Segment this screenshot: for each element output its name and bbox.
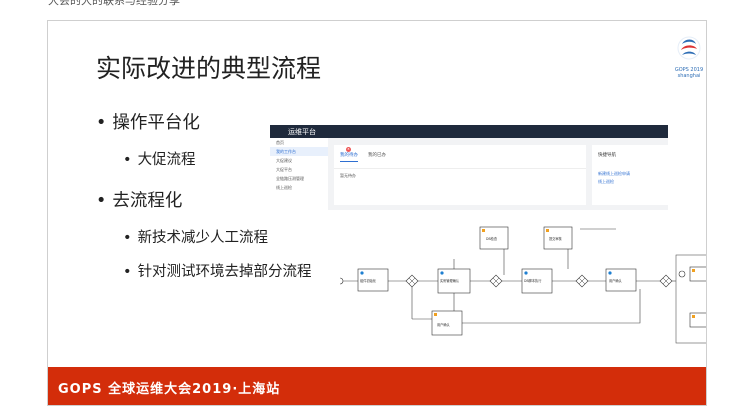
- flow-label-init: 组件初始化: [360, 278, 377, 283]
- app-main-panel: 我的待办 8 我的已办 暂无待办: [334, 145, 586, 205]
- bullet-1: • 操作平台化: [96, 113, 200, 133]
- empty-row: 暂无待办: [340, 173, 356, 178]
- bullet-2-sub-1: • 新技术减少人工流程: [123, 230, 269, 246]
- flow-label-audit: 提交审核: [549, 236, 563, 241]
- slide-title: 实际改进的典型流程: [96, 54, 322, 83]
- flow-label-user-confirm-2: 用户确认: [437, 322, 451, 327]
- bullet-2: • 去流程化: [96, 191, 183, 211]
- footer-text: GOPS 全球运维大会2019·上海站: [58, 382, 281, 397]
- app-brand: 运维平台: [288, 128, 316, 136]
- flow-sub-start: [678, 270, 686, 278]
- flow-label-user-confirm-1: 用户确认: [609, 278, 623, 283]
- app-sidebar: 首页 我的工作台 大促建议 大促平台 全链路压测管理 线上巡检: [270, 138, 328, 210]
- todo-badge: 8: [346, 147, 351, 152]
- flow-start-node: [340, 277, 344, 285]
- sidebar-item-promo-advice[interactable]: 大促建议: [270, 156, 328, 165]
- app-right-panel: 快捷导航 新建线上巡检申请 线上巡检: [592, 145, 668, 205]
- footer-bar: GOPS 全球运维大会2019·上海站: [48, 367, 706, 405]
- bullet-2-sub-2: • 针对测试环境去掉部分流程: [123, 264, 312, 280]
- tab-todo[interactable]: 我的待办: [340, 152, 358, 162]
- gops-logo-icon: [677, 36, 701, 60]
- logo-text: GOPS 2019 shanghai: [674, 67, 704, 79]
- quick-link-new[interactable]: 新建线上巡检申请: [598, 171, 630, 177]
- sidebar-item-promo-platform[interactable]: 大促平台: [270, 165, 328, 174]
- flow-label-confirm: 实例管理确认: [440, 278, 460, 283]
- flow-label-db-exec: DB脚本执行: [524, 278, 542, 283]
- top-cut-text: 大会的大的联系与经验分享: [48, 0, 228, 6]
- app-screenshot: 运维平台 首页 我的工作台 大促建议 大促平台 全链路压测管理 线上巡检 我的待…: [270, 125, 668, 210]
- process-flowchart: 组件初始化 实例管理确认 DB检查 DB脚本执行 提交审核 用户确认 用户确认: [340, 226, 706, 344]
- tab-done[interactable]: 我的已办: [368, 152, 386, 158]
- divider: [334, 168, 586, 169]
- bullet-1-sub: • 大促流程: [123, 152, 196, 168]
- sidebar-item-inspection[interactable]: 线上巡检: [270, 183, 328, 192]
- app-topbar: 运维平台: [270, 125, 668, 138]
- sidebar-item-home[interactable]: 首页: [270, 138, 328, 147]
- quick-nav-title: 快捷导航: [598, 153, 616, 158]
- slide: 实际改进的典型流程 GOPS 2019 shanghai • 操作平台化 • 大促流…: [47, 20, 707, 406]
- sidebar-item-workbench[interactable]: 我的工作台: [270, 147, 328, 156]
- gops-logo: GOPS 2019 shanghai: [674, 35, 704, 81]
- quick-link-inspection[interactable]: 线上巡检: [598, 179, 614, 185]
- flow-label-db-check: DB检查: [486, 236, 498, 241]
- sidebar-item-stress-test[interactable]: 全链路压测管理: [270, 174, 328, 183]
